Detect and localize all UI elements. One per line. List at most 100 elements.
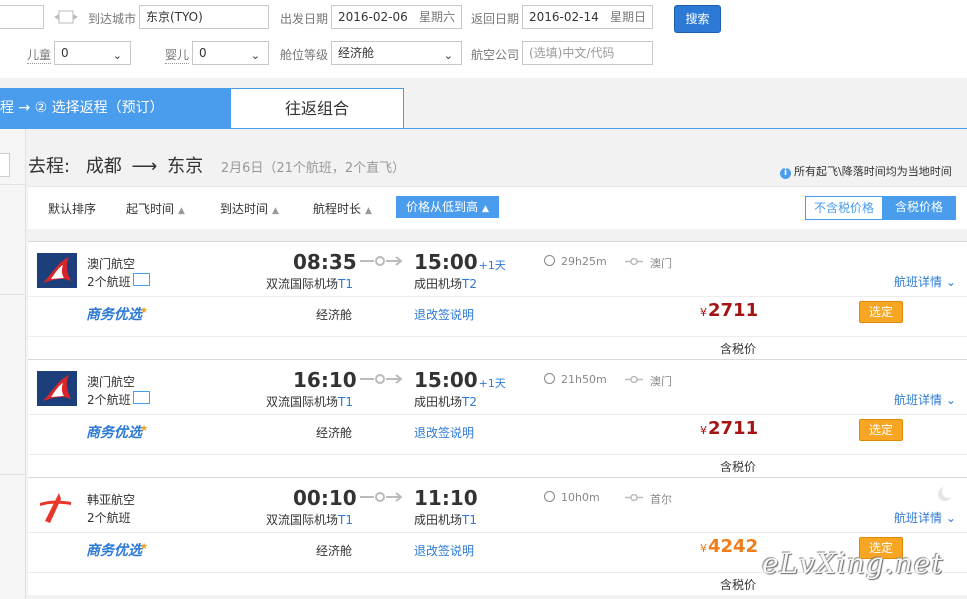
price-value: 4242 <box>708 536 759 557</box>
search-button[interactable]: 搜索 <box>674 5 721 33</box>
divider <box>0 294 25 295</box>
business-select-label: 商务优选 <box>86 425 142 441</box>
sort-arrive-time[interactable]: 到达时间 ▲︎ <box>220 200 279 217</box>
info-icon: i <box>780 168 791 179</box>
infant-select[interactable]: 0 ⌄ <box>192 41 269 65</box>
refund-rules-link[interactable]: 退改签说明 <box>414 306 474 323</box>
depart-airport: 双流国际机场T1 <box>266 511 353 528</box>
chevron-down-icon: ⌄ <box>945 393 956 407</box>
sort-toggle-icon: ▲︎ <box>178 206 185 216</box>
step-indicator[interactable]: 程 → ② 选择返程（预订） <box>0 88 230 129</box>
chevron-down-icon: ⌄ <box>112 49 122 62</box>
arrive-time-value: 15:00 <box>414 250 478 274</box>
watermark: eLvXing.net <box>762 547 944 580</box>
sort-default[interactable]: 默认排序 <box>48 200 96 217</box>
sort-price-label: 价格从低到高 <box>406 200 479 214</box>
business-select-label: 商务优选 <box>86 543 142 559</box>
flight-details-label: 航班详情 <box>894 393 943 407</box>
tab-round-trip-combo[interactable]: 往返组合 <box>230 88 404 129</box>
airline-input[interactable]: (选填)中文/代码 <box>522 41 653 65</box>
airline-name: 韩亚航空 <box>87 493 136 507</box>
sort-duration[interactable]: 航程时长 ▲︎ <box>313 200 372 217</box>
child-select[interactable]: 0 ⌄ <box>54 41 131 65</box>
sort-toggle-icon: ▲︎ <box>272 206 279 216</box>
stopover-icon <box>625 494 643 501</box>
price-value: 2711 <box>708 418 759 439</box>
arrive-airport: 成田机场T1 <box>414 511 477 528</box>
depart-city-field[interactable] <box>0 5 44 29</box>
star-icon: ★ <box>140 306 149 316</box>
stop-city: 首尔 <box>650 493 672 506</box>
sort-arrive-time-label: 到达时间 <box>220 202 269 216</box>
sort-up-icon: ▲ <box>482 204 489 214</box>
flight-details-link[interactable]: 航班详情 ⌄ <box>894 273 956 290</box>
flight-details-link[interactable]: 航班详情 ⌄ <box>894 509 956 526</box>
arrive-airport: 成田机场T2 <box>414 275 477 292</box>
incl-tax-option[interactable]: 含税价格 <box>882 196 956 220</box>
depart-date-input[interactable]: 2016-02-06 星期六 <box>331 5 462 29</box>
depart-weekday: 星期六 <box>418 10 455 24</box>
arrive-terminal: T1 <box>462 513 477 527</box>
arrive-terminal: T2 <box>462 277 477 291</box>
refund-rules-link[interactable]: 退改签说明 <box>414 542 474 559</box>
asiana-logo <box>37 489 77 524</box>
arrive-terminal: T2 <box>462 395 477 409</box>
depart-time: 08:35 <box>293 250 357 274</box>
filter-input[interactable] <box>0 153 10 177</box>
duration: 29h25m <box>561 255 607 268</box>
air-macau-logo <box>37 371 77 406</box>
chevron-down-icon: ⌄ <box>443 49 453 62</box>
select-button[interactable]: 选定 <box>859 419 903 441</box>
select-button[interactable]: 选定 <box>859 301 903 323</box>
return-date-input[interactable]: 2016-02-14 星期日 <box>522 5 653 29</box>
route-arrow-icon <box>360 492 402 502</box>
duration: 10h0m <box>561 491 600 504</box>
depart-time: 00:10 <box>293 486 357 510</box>
infant-label: 婴儿 <box>165 48 190 64</box>
chevron-down-icon: ⌄ <box>945 275 956 289</box>
depart-airport: 双流国际机场T1 <box>266 275 353 292</box>
sort-price-active[interactable]: 价格从低到高 ▲ <box>396 196 499 218</box>
child-label: 儿童 <box>27 48 52 64</box>
currency-symbol: ¥ <box>700 542 707 555</box>
price: ¥2711 <box>700 418 758 439</box>
clock-icon <box>544 255 555 266</box>
depart-terminal: T1 <box>338 277 353 291</box>
cabin-class: 经济舱 <box>316 308 353 322</box>
step-text: 程 → ② 选择返程（预订） <box>0 100 164 116</box>
flight-details-link[interactable]: 航班详情 ⌄ <box>894 391 956 408</box>
return-weekday: 星期日 <box>609 10 646 24</box>
sort-bar: 默认排序 起飞时间 ▲︎ 到达时间 ▲︎ 航程时长 ▲︎ 价格从低到高 ▲ 不含税价格 … <box>28 186 967 229</box>
airline-name: 澳门航空 <box>87 257 136 271</box>
divider <box>28 296 967 297</box>
clock-icon <box>544 373 555 384</box>
depart-airport: 双流国际机场T1 <box>266 393 353 410</box>
divider <box>28 532 967 533</box>
cabin-value: 经济舱 <box>338 46 375 60</box>
divider <box>0 474 25 475</box>
price: ¥4242 <box>700 536 758 557</box>
swap-icon[interactable] <box>53 8 79 26</box>
arrive-airport-name: 成田机场 <box>414 513 463 527</box>
local-time-note-text: 所有起飞\降落时间均为当地时间 <box>794 165 952 178</box>
stopover-icon <box>625 258 643 265</box>
return-date-value: 2016-02-14 <box>529 10 599 24</box>
infant-value: 0 <box>199 46 207 60</box>
air-macau-logo <box>37 253 77 288</box>
business-select-badge: 商务优选★ <box>86 304 150 324</box>
depart-date-label: 出发日期 <box>280 12 329 26</box>
cabin-select[interactable]: 经济舱 ⌄ <box>331 41 462 65</box>
sort-toggle-icon: ▲︎ <box>365 206 372 216</box>
sort-depart-time[interactable]: 起飞时间 ▲︎ <box>126 200 185 217</box>
refund-rules-link[interactable]: 退改签说明 <box>414 424 474 441</box>
airline-label: 航空公司 <box>471 48 520 62</box>
sort-duration-label: 航程时长 <box>313 202 362 216</box>
stop-city: 澳门 <box>650 257 672 270</box>
search-panel: 到达城市 东京(TYO) 出发日期 2016-02-06 星期六 返回日期 20… <box>0 0 967 78</box>
arrive-city-input[interactable]: 东京(TYO) <box>139 5 269 29</box>
excl-tax-option[interactable]: 不含税价格 <box>806 197 882 219</box>
arrive-airport-name: 成田机场 <box>414 277 463 291</box>
cabin-class: 经济舱 <box>316 426 353 440</box>
next-day-badge: +1天 <box>478 259 506 272</box>
tax-toggle: 不含税价格 含税价格 <box>805 196 956 220</box>
